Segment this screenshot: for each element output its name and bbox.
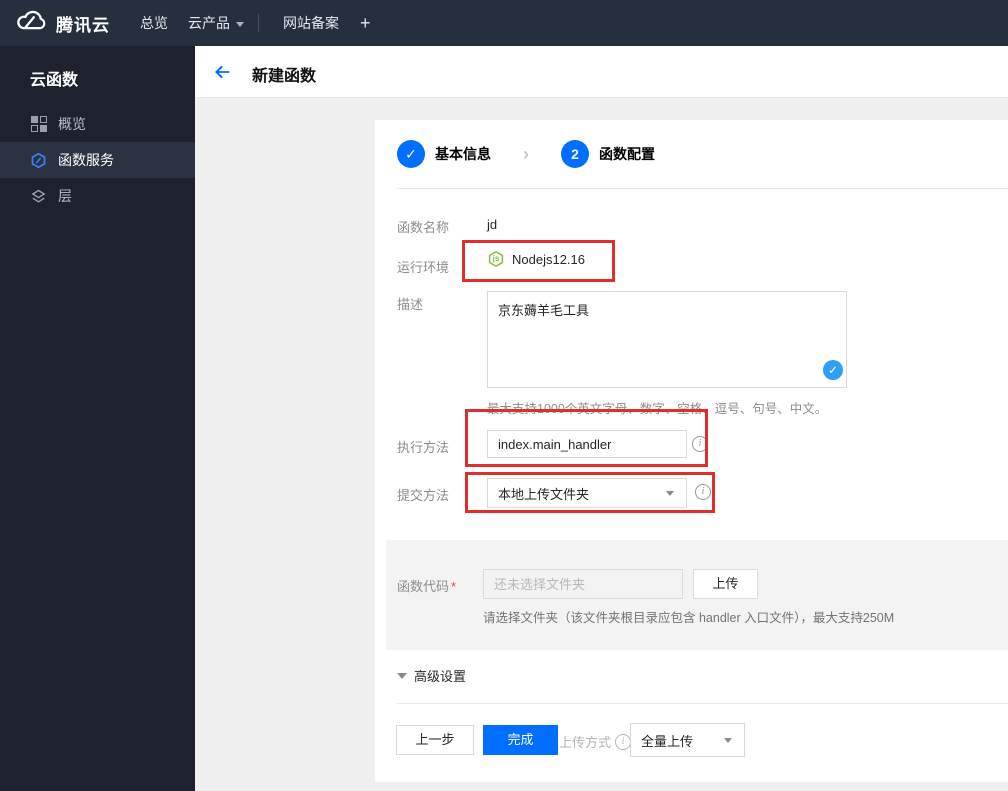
nodejs-icon: js <box>487 250 505 268</box>
step-2-circle[interactable]: 2 <box>561 140 589 168</box>
nav-add-shortcut-button[interactable]: + <box>360 0 371 46</box>
folder-path-input[interactable] <box>483 569 683 599</box>
sidebar: 云函数 概览 函数服务 层 <box>0 46 195 791</box>
create-function-card: ✓ 基本信息 › 2 函数配置 函数名称 jd 运行环境 js Nodejs12… <box>375 120 1008 782</box>
select-caret-icon <box>724 738 732 743</box>
scf-hexagon-icon <box>30 152 47 169</box>
required-asterisk: * <box>451 579 457 594</box>
page-header: 新建函数 <box>195 46 1008 98</box>
runtime-value: js Nodejs12.16 <box>487 250 585 268</box>
sidebar-item-label: 概览 <box>58 116 86 132</box>
sidebar-item-label: 函数服务 <box>58 152 114 168</box>
cloud-logo-icon <box>14 9 48 38</box>
back-arrow-icon[interactable] <box>211 61 233 83</box>
submit-method-label: 提交方法 <box>397 488 450 503</box>
sidebar-item-label: 层 <box>58 188 72 204</box>
step-2-label[interactable]: 函数配置 <box>599 144 655 164</box>
nav-products[interactable]: 云产品 <box>188 0 244 46</box>
nav-overview[interactable]: 总览 <box>140 0 168 46</box>
step-1-label[interactable]: 基本信息 <box>435 144 491 164</box>
select-caret-icon <box>666 491 674 496</box>
handler-label: 执行方法 <box>397 440 450 455</box>
function-name-value: jd <box>487 217 498 232</box>
footer-divider <box>397 703 1008 704</box>
function-code-label: 函数代码 * <box>397 579 457 594</box>
previous-step-button[interactable]: 上一步 <box>396 725 474 755</box>
grid-icon <box>30 116 47 133</box>
sidebar-item-function-service[interactable]: 函数服务 <box>0 142 195 178</box>
logo-text: 腾讯云 <box>56 15 110 35</box>
page-title: 新建函数 <box>252 68 317 85</box>
tencent-cloud-logo[interactable]: 腾讯云 <box>14 0 110 46</box>
function-code-hint: 请选择文件夹（该文件夹根目录应包含 handler 入口文件），最大支持250M <box>483 611 895 625</box>
sidebar-item-overview[interactable]: 概览 <box>0 106 195 142</box>
step-chevron-icon: › <box>523 143 529 164</box>
page: 腾讯云 总览 云产品 网站备案 + 云函数 概览 函数服务 层 新建函数 ✓ 基… <box>0 0 1008 791</box>
description-label: 描述 <box>397 297 424 312</box>
advanced-settings-toggle[interactable]: 高级设置 <box>397 666 466 685</box>
description-textarea[interactable]: 京东薅羊毛工具 <box>487 291 847 388</box>
handler-input[interactable] <box>487 430 687 458</box>
nav-divider <box>258 14 259 32</box>
upload-mode-label: 上传方式 i <box>559 732 632 751</box>
function-name-label: 函数名称 <box>397 220 450 235</box>
handler-info-icon[interactable]: i <box>692 436 708 452</box>
chevron-down-icon <box>236 21 244 27</box>
validation-check-icon: ✓ <box>823 360 843 380</box>
sidebar-item-layers[interactable]: 层 <box>0 178 195 214</box>
triangle-down-icon <box>397 672 407 679</box>
submit-method-select[interactable]: 本地上传文件夹 <box>487 478 687 508</box>
description-hint: 最大支持1000个英文字母、数字、空格、逗号、句号、中文。 <box>487 402 828 416</box>
nav-icp-filing[interactable]: 网站备案 <box>283 0 339 46</box>
step-1-done-circle[interactable]: ✓ <box>397 140 425 168</box>
submit-method-info-icon[interactable]: i <box>695 484 711 500</box>
finish-button[interactable]: 完成 <box>483 725 558 755</box>
upload-mode-info-icon[interactable]: i <box>615 733 632 750</box>
runtime-label: 运行环境 <box>397 260 450 275</box>
upload-button[interactable]: 上传 <box>693 569 758 599</box>
upload-mode-select[interactable]: 全量上传 <box>630 723 745 757</box>
sidebar-title: 云函数 <box>30 72 79 89</box>
step-indicator: ✓ 基本信息 › 2 函数配置 <box>397 140 655 168</box>
steps-divider <box>397 188 1008 189</box>
top-navbar: 腾讯云 总览 云产品 网站备案 + <box>0 0 1008 46</box>
layers-icon <box>30 188 47 205</box>
